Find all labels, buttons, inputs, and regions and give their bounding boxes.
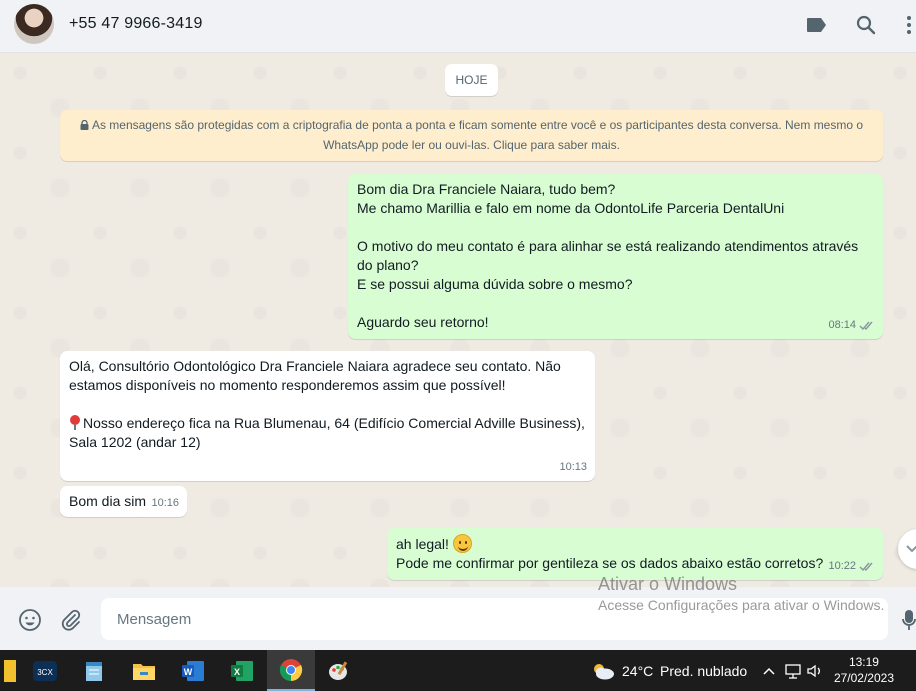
message-text: Bom dia Dra Franciele Naiara, tudo bem? … bbox=[357, 181, 859, 330]
clock-time: 13:19 bbox=[848, 655, 879, 669]
message-input[interactable] bbox=[101, 598, 888, 640]
weather-icon[interactable] bbox=[590, 662, 616, 680]
chat-header: +55 47 9966-3419 bbox=[0, 0, 916, 53]
svg-text:X: X bbox=[234, 667, 240, 677]
menu-icon[interactable] bbox=[902, 12, 916, 38]
encryption-notice[interactable]: As mensagens são protegidas com a cripto… bbox=[60, 110, 883, 161]
message-time: 10:13 bbox=[559, 461, 587, 473]
message-time: 10:22 bbox=[828, 560, 856, 572]
message-time: 08:14 bbox=[828, 319, 856, 331]
pin-icon bbox=[69, 415, 81, 430]
3cx-icon[interactable]: 3CX bbox=[21, 650, 69, 691]
chat-area[interactable]: HOJE As mensagens são protegidas com a c… bbox=[0, 53, 916, 587]
attach-icon[interactable] bbox=[58, 607, 84, 633]
read-ticks-icon bbox=[859, 562, 873, 572]
message-text: Olá, Consultório Odontológico Dra Franci… bbox=[69, 358, 561, 393]
message-meta: 10:22 bbox=[828, 557, 875, 576]
chevron-up-icon[interactable] bbox=[760, 662, 778, 680]
composer bbox=[0, 587, 916, 650]
paint-icon[interactable] bbox=[315, 650, 363, 691]
message-meta: 08:14 bbox=[828, 316, 875, 335]
emoji-icon[interactable] bbox=[17, 607, 43, 633]
message-meta: 10:16 bbox=[151, 494, 179, 513]
encryption-text: As mensagens são protegidas com a cripto… bbox=[91, 118, 864, 152]
excel-icon[interactable]: X bbox=[218, 650, 266, 691]
weather-description[interactable]: Pred. nublado bbox=[660, 663, 747, 679]
address-text: Nosso endereço fica na Rua Blumenau, 64 … bbox=[69, 415, 585, 450]
chevron-down-icon bbox=[906, 545, 916, 553]
label-icon[interactable] bbox=[804, 12, 830, 38]
message-time: 10:16 bbox=[151, 497, 179, 509]
network-icon[interactable] bbox=[784, 662, 802, 680]
message-incoming[interactable]: Olá, Consultório Odontológico Dra Franci… bbox=[60, 351, 595, 481]
smiley-emoji-icon bbox=[452, 534, 472, 553]
avatar[interactable] bbox=[14, 4, 54, 44]
message-text: Pode me confirmar por gentileza se os da… bbox=[396, 555, 824, 571]
read-ticks-icon bbox=[859, 321, 873, 331]
word-icon[interactable]: W bbox=[169, 650, 217, 691]
weather-temperature[interactable]: 24°C bbox=[622, 663, 653, 679]
search-icon[interactable] bbox=[853, 12, 879, 38]
file-explorer-icon[interactable] bbox=[120, 650, 168, 691]
svg-text:3CX: 3CX bbox=[37, 668, 53, 677]
message-outgoing[interactable]: Bom dia Dra Franciele Naiara, tudo bem? … bbox=[348, 174, 883, 339]
message-incoming[interactable]: Bom dia sim 10:16 bbox=[60, 486, 187, 517]
scroll-down-button[interactable] bbox=[898, 529, 916, 569]
microphone-icon[interactable] bbox=[902, 607, 916, 633]
volume-icon[interactable] bbox=[806, 662, 824, 680]
contact-name[interactable]: +55 47 9966-3419 bbox=[69, 15, 203, 33]
svg-text:W: W bbox=[184, 667, 193, 677]
message-text: ah legal! bbox=[396, 536, 449, 552]
notepad-icon[interactable] bbox=[70, 650, 118, 691]
windows-taskbar: 3CX W X 24°C Pred. nublado 13:19 27/02/2… bbox=[0, 650, 916, 691]
date-chip: HOJE bbox=[445, 64, 498, 96]
system-clock[interactable]: 13:19 27/02/2023 bbox=[834, 654, 894, 686]
message-outgoing[interactable]: ah legal! Pode me confirmar por gentilez… bbox=[387, 528, 883, 580]
chrome-icon[interactable] bbox=[267, 650, 315, 691]
lock-icon bbox=[80, 116, 89, 130]
clock-date: 27/02/2023 bbox=[833, 671, 894, 685]
message-meta: 10:13 bbox=[559, 458, 587, 477]
